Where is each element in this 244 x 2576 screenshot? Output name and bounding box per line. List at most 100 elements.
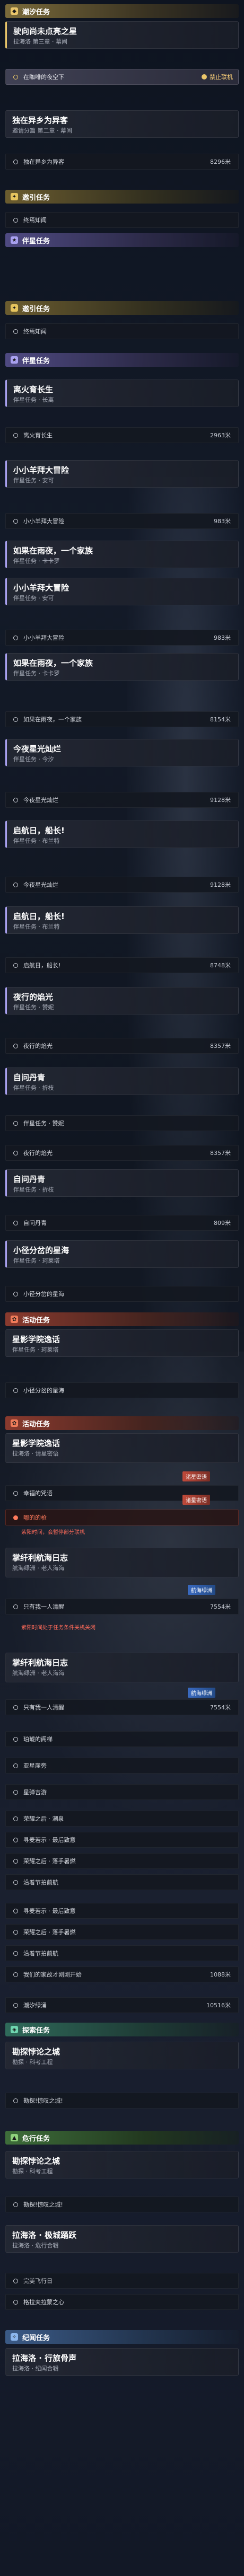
ring-icon xyxy=(13,1816,18,1821)
section-legend[interactable]: ✧ 纪闻任务 xyxy=(5,2330,239,2344)
distance-label: 9128米 xyxy=(210,797,231,804)
objective-row[interactable]: 启航日，船长! 8748米 xyxy=(5,957,239,973)
objective-row[interactable]: 今夜星光灿烂 9128米 xyxy=(5,792,239,808)
quest-subtitle: 拉海洛 · 纪闻合辑 xyxy=(12,2365,59,2372)
distance-label: 8748米 xyxy=(210,962,231,969)
quest-card[interactable]: 今夜星光灿烂 伴星任务 · 今汐 xyxy=(5,739,239,766)
objective-label: 今夜星光灿烂 xyxy=(23,881,58,888)
quest-card[interactable]: 勘探悖论之城 勘探 · 科考工程 xyxy=(5,2151,239,2178)
objective-row[interactable]: 终焉知闻 xyxy=(5,323,239,339)
objective-row[interactable]: 如果在雨夜，一个家族 8154米 xyxy=(5,711,239,727)
distance-label: 10516米 xyxy=(206,2002,231,2009)
quest-card[interactable]: 拉海洛 · 行旅骨声 拉海洛 · 纪闻合辑 xyxy=(5,2348,239,2376)
quest-card[interactable]: 小小羊拜大冒险 伴星任务 · 安可 xyxy=(5,578,239,605)
objective-row[interactable]: 只有我一人清醒 7554米 xyxy=(5,1599,239,1615)
quest-card[interactable]: 星影学院逸话 伴星任务 · 珂莱塔 xyxy=(5,1329,239,1357)
objective-label: 亚星崖旁 xyxy=(23,1762,47,1769)
objective-row[interactable]: 勘探!惊叹之城! xyxy=(5,2093,239,2109)
ring-icon xyxy=(13,1736,18,1742)
quest-title: 拉海洛 · 极城踊跃 xyxy=(12,2230,77,2240)
objective-row[interactable]: 荣耀之后 · 落手暑燃 xyxy=(5,1924,239,1940)
section-guide[interactable]: ✦ 邀引任务 xyxy=(5,301,239,315)
objective-row[interactable]: 小小羊拜大冒险 983米 xyxy=(5,513,239,529)
quest-card[interactable]: 勘探悖论之城 勘探 · 科考工程 xyxy=(5,2042,239,2069)
objective-row[interactable]: 今夜星光灿烂 9128米 xyxy=(5,877,239,893)
section-event[interactable]: ✿ 活动任务 xyxy=(5,1312,239,1326)
quest-card[interactable]: 离火育长生 伴星任务 · 长离 xyxy=(5,380,239,407)
objective-label: 幸福的咒语 xyxy=(23,1490,53,1497)
objective-row[interactable]: 终焉知闻 xyxy=(5,212,239,228)
quest-card[interactable]: 自问丹青 伴星任务 · 折枝 xyxy=(5,1169,239,1197)
quest-card[interactable]: 掌纤利航海日志 航海绿洲 · 老人海海 xyxy=(5,1548,239,1577)
objective-row[interactable]: 沿着节拍前航 xyxy=(5,1945,239,1961)
quest-title: 勘探悖论之城 xyxy=(12,2156,60,2166)
objective-row[interactable]: 荣耀之后 · 落手暑燃 xyxy=(5,1853,239,1869)
ring-icon xyxy=(13,1705,18,1710)
objective-row[interactable]: 潮汐绿涌 10516米 xyxy=(5,1997,239,2013)
quest-card[interactable]: 拉海洛 · 极城踊跃 拉海洛 · 危行合辑 xyxy=(5,2225,239,2253)
distance-label: 8154米 xyxy=(210,716,231,723)
objective-row[interactable]: 寻麦若示 · 最后致意 xyxy=(5,1903,239,1919)
distance-label: 9128米 xyxy=(210,881,231,888)
section-explore[interactable]: ◈ 探索任务 xyxy=(5,2023,239,2036)
ring-icon xyxy=(13,882,18,887)
quest-card[interactable]: 如果在雨夜，一个家族 伴星任务 · 卡卡罗 xyxy=(5,541,239,568)
section-event[interactable]: ✿ 活动任务 xyxy=(5,1416,239,1430)
event-badge: 诸星密语 xyxy=(182,1471,210,1481)
section-label: 危行任务 xyxy=(22,2134,50,2143)
objective-row[interactable]: 勘探!惊叹之城! xyxy=(5,2196,239,2212)
quest-card[interactable]: 星影学院逸话 拉海洛 · 请星密语 xyxy=(5,1433,239,1463)
objective-row[interactable]: 我们的家故才刚刚开始 1088米 xyxy=(5,1966,239,1982)
guide-icon: ✦ xyxy=(11,304,18,312)
section-danger[interactable]: ▲ 危行任务 xyxy=(5,2131,239,2145)
objective-row[interactable]: 自问丹青 809米 xyxy=(5,1215,239,1231)
objective-row[interactable]: 独在异乡为异客 8296米 xyxy=(5,154,239,170)
quest-card[interactable]: 启航日，船长! 伴星任务 · 布兰特 xyxy=(5,906,239,934)
objective-row[interactable]: 哪的的枪 xyxy=(5,1510,239,1525)
ring-icon xyxy=(13,2002,18,2008)
section-star[interactable]: ★ 伴星任务 xyxy=(5,233,239,247)
ring-icon xyxy=(13,2299,18,2305)
quest-card[interactable]: 小小羊拜大冒险 伴星任务 · 安可 xyxy=(5,460,239,488)
objective-row[interactable]: 夜行的焰光 8357米 xyxy=(5,1038,239,1054)
objective-row[interactable]: 小径分岔的星海 xyxy=(5,1382,239,1398)
objective-row[interactable]: 荣耀之后 · 潮泉 xyxy=(5,1811,239,1827)
quest-card[interactable]: 驶向尚未点亮之星 拉海洛 第三章 · 幕间 xyxy=(5,21,239,49)
objective-row[interactable]: 珀琥的阁梯 xyxy=(5,1731,239,1747)
quest-card[interactable]: 如果在雨夜，一个家族 伴星任务 · 卡卡罗 xyxy=(5,653,239,681)
objective-row[interactable]: 离火育长生 2963米 xyxy=(5,427,239,443)
section-guide[interactable]: ✦ 邀引任务 xyxy=(5,190,239,204)
objective-row[interactable]: 夜行的焰光 8357米 xyxy=(5,1145,239,1161)
ring-icon xyxy=(13,1220,18,1225)
quest-subtitle: 航海绿洲 · 老人海海 xyxy=(12,1565,65,1572)
objective-row[interactable]: 格拉夫拉蒙之心 xyxy=(5,2294,239,2310)
objective-row[interactable]: 亚星崖旁 xyxy=(5,1758,239,1774)
objective-row[interactable]: 沿着节拍前航 xyxy=(5,1874,239,1890)
multiplayer-forbidden: 禁止联机 xyxy=(202,73,233,81)
quest-card[interactable]: 启航日，船长! 伴星任务 · 布兰特 xyxy=(5,821,239,848)
objective-row[interactable]: 寻麦若示 · 最后致意 xyxy=(5,1832,239,1848)
objective-row[interactable]: 小径分岔的星海 xyxy=(5,1286,239,1302)
quest-card[interactable]: 独在异乡为异客 邀请分篇 第二章 · 幕间 xyxy=(5,110,239,138)
tide-icon: ◆ xyxy=(11,7,18,15)
section-star[interactable]: ★ 伴星任务 xyxy=(5,353,239,367)
ring-icon xyxy=(13,1150,18,1155)
track-objective[interactable]: 在咖啡的夜空下 禁止联机 xyxy=(5,69,239,85)
objective-row[interactable]: 伴星任务 · 赞妮 xyxy=(5,1115,239,1131)
objective-label: 小径分岔的星海 xyxy=(23,1387,64,1394)
objective-row[interactable]: 完美飞行日 xyxy=(5,2273,239,2289)
objective-row[interactable]: 小小羊拜大冒险 983米 xyxy=(5,630,239,646)
objective-row[interactable]: 星弹吉游 xyxy=(5,1784,239,1800)
objective-label: 终焉知闻 xyxy=(23,328,47,335)
objective-row[interactable]: 只有我一人清醒 7554米 xyxy=(5,1699,239,1715)
objective-label: 夜行的焰光 xyxy=(23,1043,53,1049)
quest-card[interactable]: 小径分岔的星海 伴星任务 · 珂莱塔 xyxy=(5,1240,239,1268)
section-label: 活动任务 xyxy=(22,1316,50,1325)
quest-title: 小径分岔的星海 xyxy=(13,1246,69,1255)
ring-icon xyxy=(13,159,18,164)
section-tide[interactable]: ◆ 潮汐任务 xyxy=(5,4,239,18)
quest-card[interactable]: 夜行的焰光 伴星任务 · 赞妮 xyxy=(5,987,239,1014)
quest-card[interactable]: 自问丹青 伴星任务 · 折枝 xyxy=(5,1068,239,1095)
quest-card[interactable]: 掌纤利航海日志 航海绿洲 · 老人海海 xyxy=(5,1653,239,1682)
ring-icon xyxy=(13,1908,18,1913)
